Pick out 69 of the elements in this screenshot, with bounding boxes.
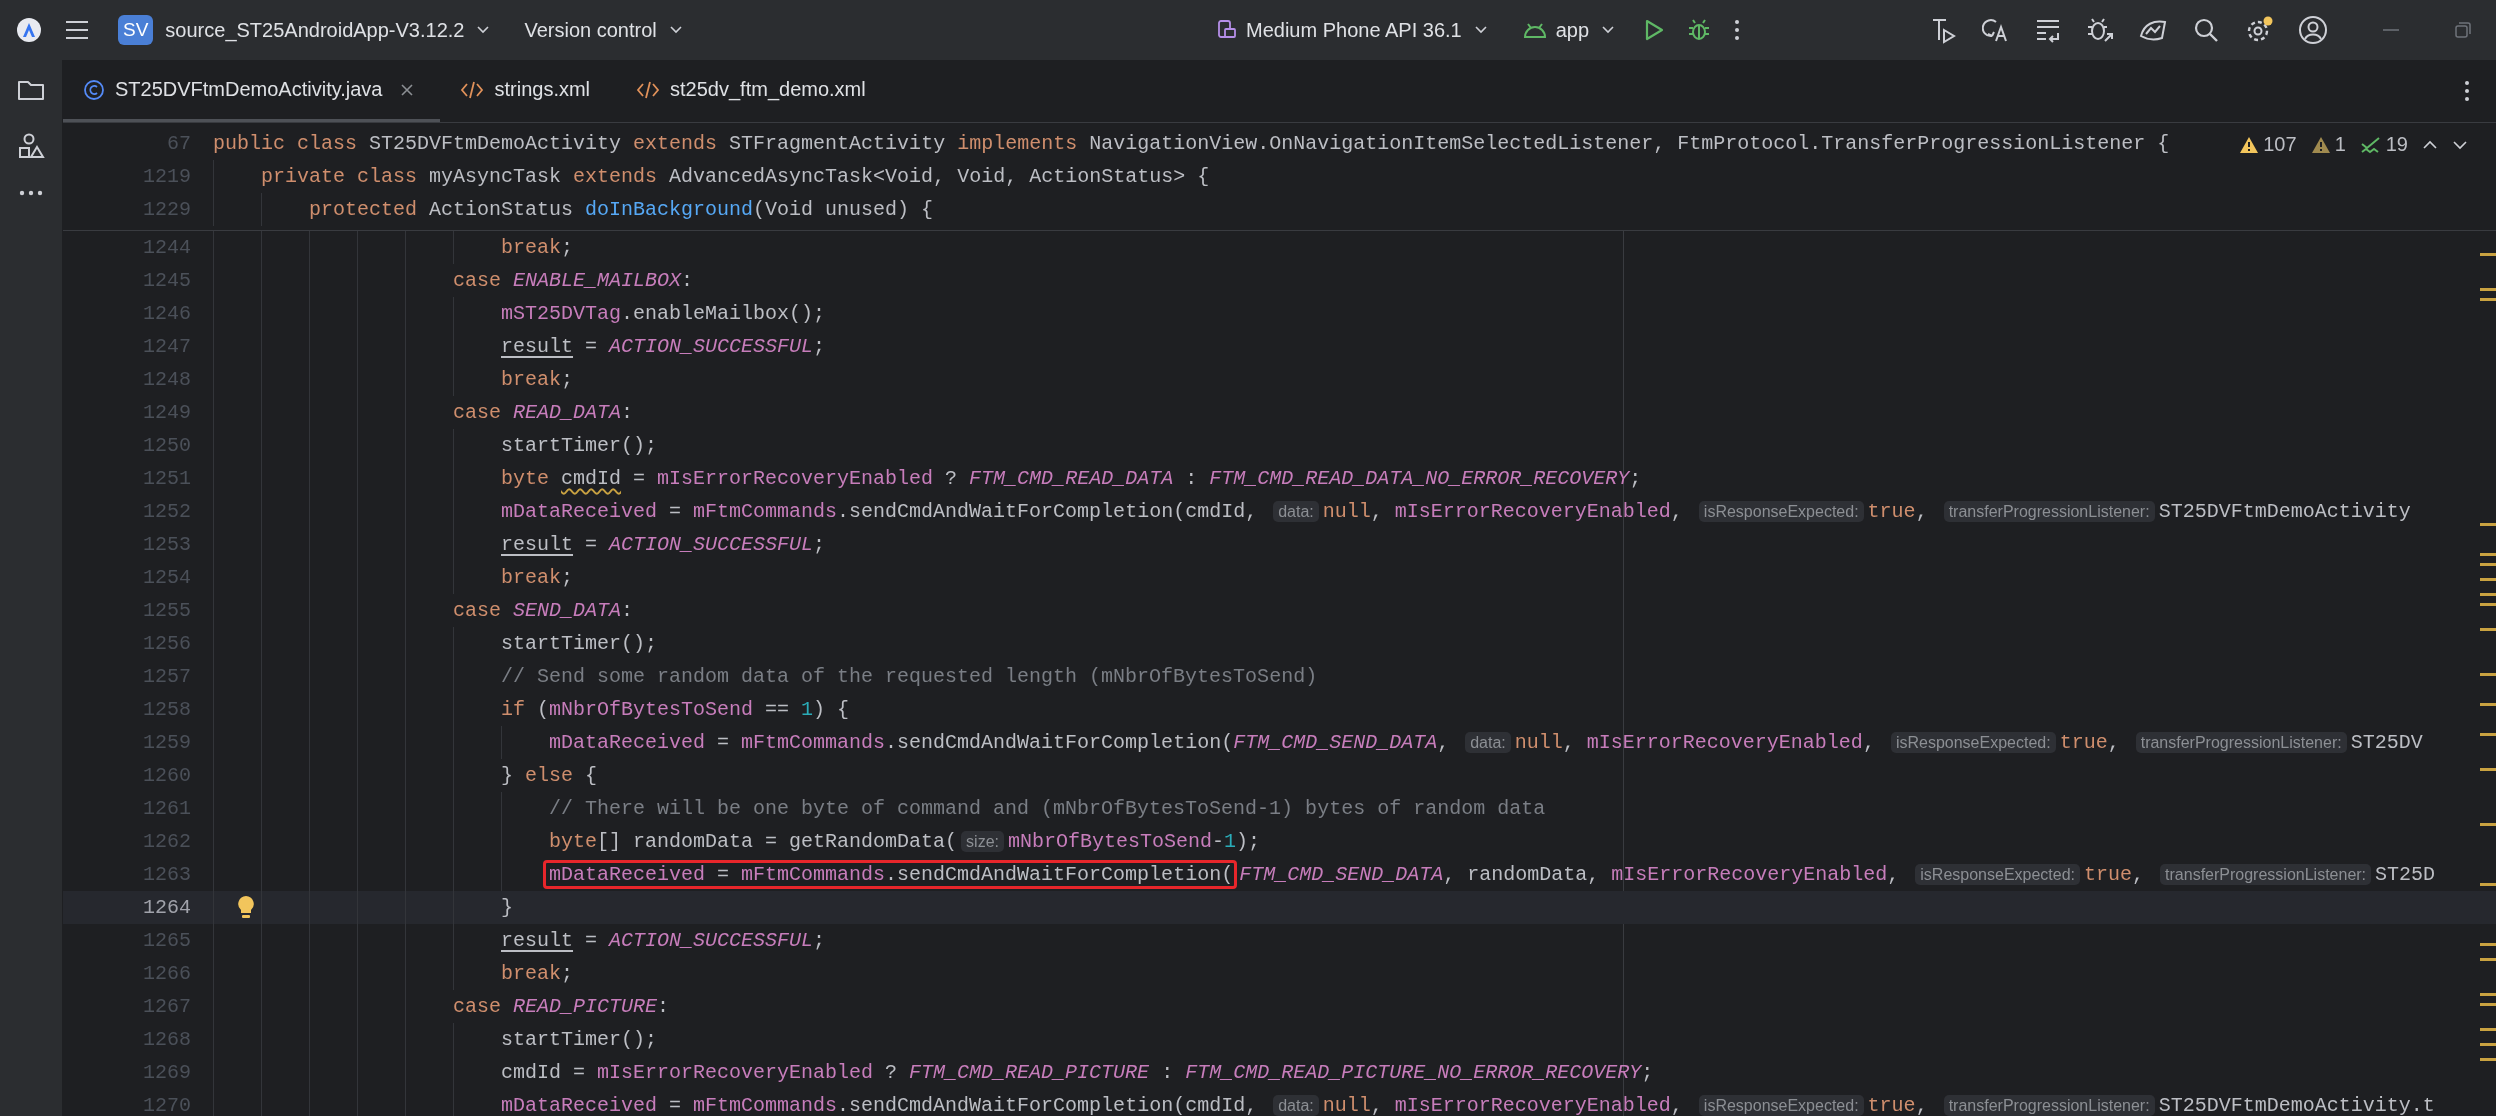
code-text: startTimer();	[501, 434, 658, 457]
code-text: result = ACTION_SUCCESSFUL;	[501, 533, 826, 556]
code-text: mDataReceived = mFtmCommands.sendCmdAndWaitForCompletion(FTM_CMD_SEND_DATA, data: null, mIsErrorRecoveryEnabled, isResponseExpected: true, transferProgressionListener: ST25DV	[549, 731, 2423, 754]
code-text: // There will be one byte of command and (mNbrOfBytesToSend-1) bytes of random data	[549, 797, 1546, 820]
highlight-box: mDataReceived = mFtmCommands.sendCmdAndWaitForCompletion(	[543, 860, 1238, 889]
code-text: result = ACTION_SUCCESSFUL;	[501, 929, 826, 952]
menu-icon[interactable]	[64, 19, 90, 41]
android-icon[interactable]	[1521, 21, 1548, 39]
bug-icon[interactable]	[1687, 18, 1712, 42]
code-text: byte[] randomData = getRandomData( size: mNbrOfBytesToSend-1);	[549, 830, 1261, 853]
xml-tag-icon	[460, 79, 485, 100]
code-text: case SEND_DATA:	[453, 599, 634, 622]
check-squiggle-icon	[2359, 135, 2382, 154]
code-text: break;	[501, 566, 574, 589]
code-text: private class myAsyncTask extends AdvancedAsyncTask<Void, Void, ActionStatus> {	[261, 165, 1210, 188]
chevron-down-icon[interactable]	[1601, 25, 1616, 35]
device-selector[interactable]: Medium Phone API 36.1	[1210, 12, 1494, 48]
code-text: result = ACTION_SUCCESSFUL;	[501, 335, 826, 358]
class-icon	[83, 78, 105, 101]
account-icon[interactable]	[2298, 15, 2328, 45]
run-icon[interactable]	[1643, 18, 1666, 42]
search-icon[interactable]	[2192, 16, 2220, 44]
code-text: cmdId = mIsErrorRecoveryEnabled ? FTM_CMD_READ_PICTURE : FTM_CMD_READ_PICTURE_NO_ERROR_RECOVERY;	[501, 1061, 1654, 1084]
bug-arrow-icon[interactable]	[2086, 16, 2114, 44]
warning-icon	[2310, 135, 2331, 154]
xml-tag-icon	[636, 79, 661, 100]
editor-tab[interactable]: strings.xml	[440, 60, 617, 122]
code-text: mST25DVTag.enableMailbox();	[501, 302, 826, 325]
chevron-down-icon[interactable]	[476, 25, 491, 35]
close-icon[interactable]	[400, 82, 415, 97]
code-text: protected ActionStatus doInBackground(Void unused) {	[309, 198, 934, 221]
code-text: }	[501, 896, 513, 919]
app-logo-icon[interactable]	[16, 17, 42, 43]
code-text: break;	[501, 236, 574, 259]
code-text: mDataReceived = mFtmCommands.sendCmdAndWaitForCompletion(cmdId, data: null, mIsErrorRecoveryEnabled, isResponseExpected: true, transferProgressionListener: ST25DVFtmDemoActivity.t	[501, 1094, 2435, 1116]
restore-icon[interactable]	[2454, 21, 2472, 39]
code-text: if (mNbrOfBytesToSend == 1) {	[501, 698, 850, 721]
phone-icon[interactable]	[1216, 19, 1238, 41]
code-text: startTimer();	[501, 1028, 658, 1051]
more-icon[interactable]	[19, 190, 43, 196]
code-text: public class ST25DVFtmDemoActivity extends STFragmentActivity implements NavigationView.OnNavigationItemSelectedListener, FtmProtocol.TransferProgressionListener {	[213, 132, 2170, 155]
version-control-menu[interactable]: Version control	[518, 12, 689, 48]
code-text: } else {	[501, 764, 598, 787]
run-configuration-selector[interactable]: app	[1515, 12, 1622, 48]
more-icon[interactable]	[2464, 80, 2470, 102]
code-text: case READ_PICTURE:	[453, 995, 670, 1018]
warning-icon	[2239, 135, 2260, 154]
code-text: break;	[501, 368, 574, 391]
code-text: case ENABLE_MAILBOX:	[453, 269, 694, 292]
typo-count[interactable]: 19	[2359, 133, 2408, 156]
line-number: 1264	[142, 896, 192, 919]
code-text: break;	[501, 962, 574, 985]
weak-warning-count[interactable]: 1	[2310, 133, 2346, 156]
project-selector[interactable]: SV source_ST25AndroidApp-V3.12.2	[112, 9, 497, 51]
code-text: // Send some random data of the requested length (mNbrOfBytesToSend)	[501, 665, 1318, 688]
code-text: FTM_CMD_SEND_DATA, randomData, mIsErrorRecoveryEnabled, isResponseExpected: true, transferProgressionListener: ST25D	[1239, 863, 2436, 886]
chevron-down-icon[interactable]	[668, 25, 683, 35]
warning-count[interactable]: 107	[2239, 133, 2297, 156]
chevron-down-icon[interactable]	[1473, 25, 1488, 35]
folder-icon[interactable]	[17, 78, 45, 102]
code-text: startTimer();	[501, 632, 658, 655]
translate-icon[interactable]	[1982, 16, 2010, 44]
more-icon[interactable]	[1733, 18, 1742, 42]
lightbulb-icon[interactable]	[237, 895, 255, 919]
code-text: mDataReceived = mFtmCommands.sendCmdAndWaitForCompletion(cmdId, data: null, mIsErrorRecoveryEnabled, isResponseExpected: true, transferProgressionListener: ST25DVFtmDemoActivity	[501, 500, 2411, 523]
code-text: byte cmdId = mIsErrorRecoveryEnabled ? FTM_CMD_READ_DATA : FTM_CMD_READ_DATA_NO_ERROR_RECOVERY;	[501, 467, 1642, 490]
shapes-icon[interactable]	[17, 132, 45, 160]
editor-tab[interactable]: st25dv_ftm_demo.xml	[616, 60, 892, 122]
code-text: case READ_DATA:	[453, 401, 634, 424]
